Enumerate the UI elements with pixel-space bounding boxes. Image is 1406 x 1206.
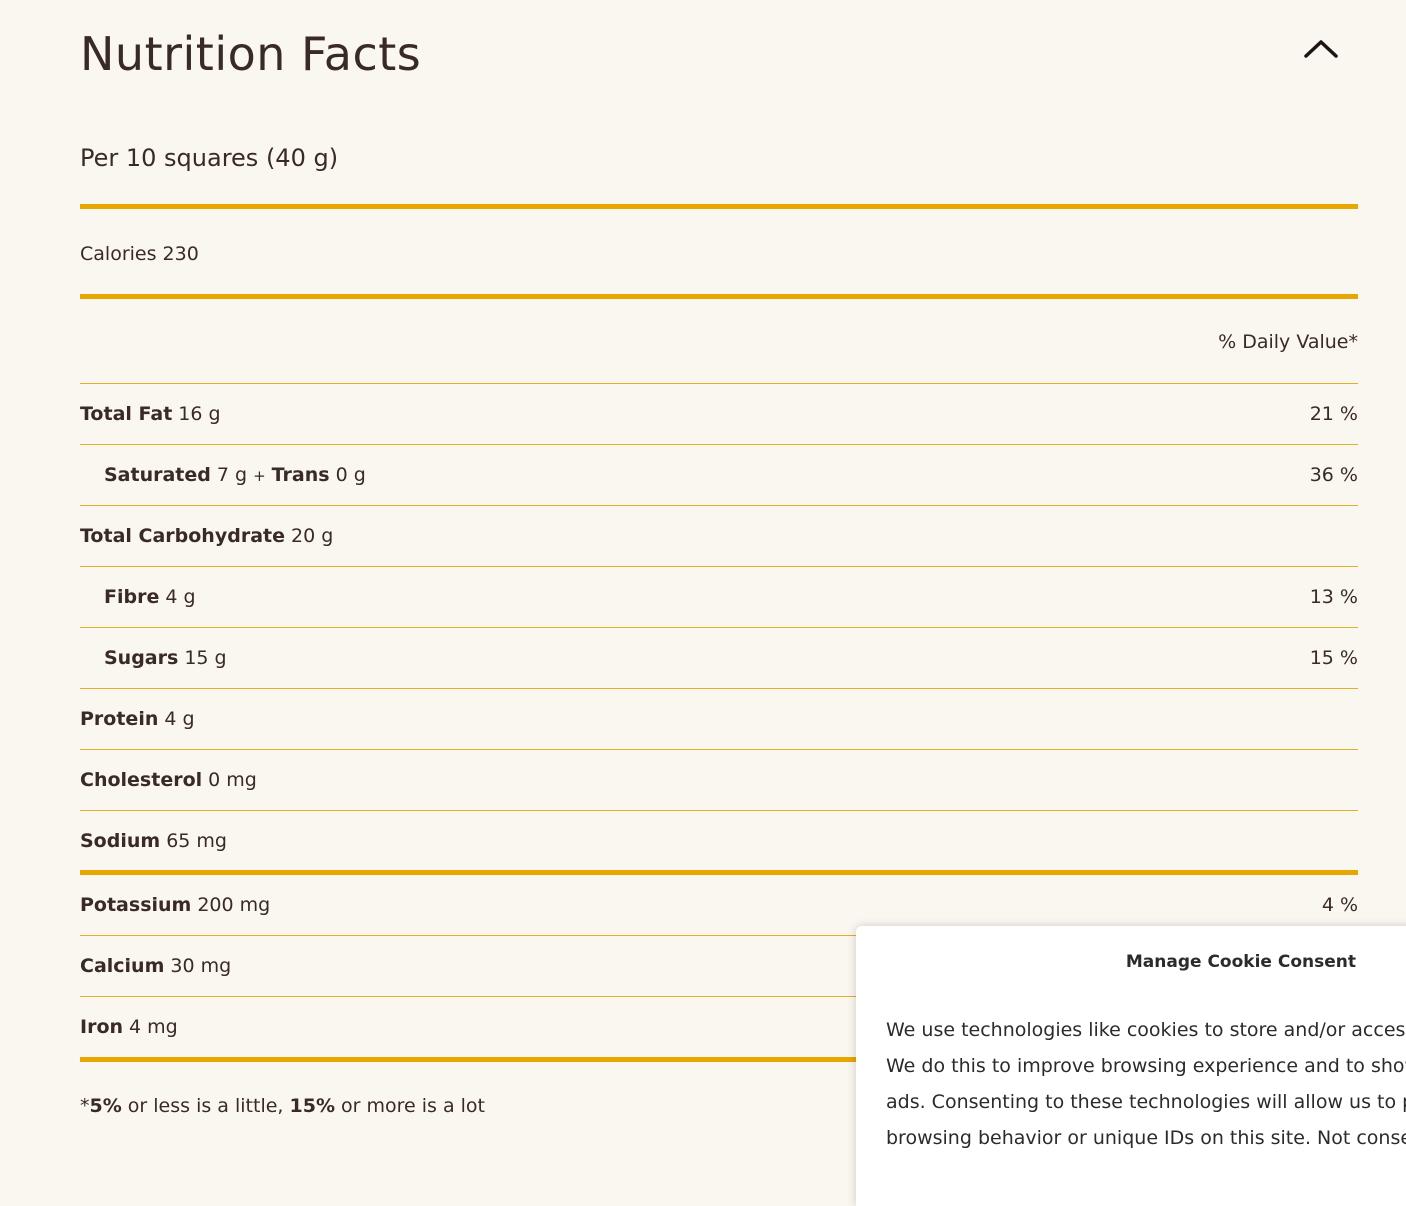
nutrient-amount: 4 g <box>164 708 195 730</box>
nutrient-row-total-carbohydrate: Total Carbohydrate 20 g <box>80 506 1358 566</box>
footnote-high: 15% <box>289 1095 335 1117</box>
nutrient-amount: 20 g <box>290 525 334 547</box>
cookie-text-line: browsing behavior or unique IDs on this … <box>886 1127 1406 1149</box>
nutrient-name: Protein <box>80 708 159 730</box>
cookie-consent-text: We use technologies like cookies to stor… <box>886 1012 1406 1156</box>
nutrient-amount: 30 mg <box>170 955 232 977</box>
nutrient-daily-value: 13 % <box>1309 586 1358 608</box>
footnote-suffix: or more is a lot <box>334 1095 486 1117</box>
nutrient-name: Calcium <box>80 955 165 977</box>
nutrient-daily-value: 4 % <box>1321 894 1358 916</box>
footnote-mid: or less is a little, <box>121 1095 290 1117</box>
nutrient-amount: 4 g <box>165 586 196 608</box>
plus-sign: + <box>253 467 266 485</box>
nutrient-name: Cholesterol <box>80 769 203 791</box>
calories: Calories 230 <box>80 243 199 265</box>
nutrient-name: Sodium <box>80 830 161 852</box>
footnote-low: 5% <box>89 1095 122 1117</box>
chevron-up-icon <box>1304 40 1338 58</box>
cookie-text-line: We use technologies like cookies to stor… <box>886 1019 1406 1041</box>
nutrient-daily-value: 15 % <box>1309 647 1358 669</box>
cookie-consent-title: Manage Cookie Consent <box>1125 952 1356 972</box>
divider-thick <box>80 294 1358 299</box>
cookie-text-line: We do this to improve browsing experienc… <box>886 1055 1406 1077</box>
nutrient-row-sodium: Sodium 65 mg <box>80 811 1358 871</box>
nutrient-name: Sugars <box>104 647 179 669</box>
nutrient-row-cholesterol: Cholesterol 0 mg <box>80 750 1358 810</box>
collapse-button[interactable] <box>1301 30 1341 66</box>
nutrient-amount: 4 mg <box>129 1016 178 1038</box>
nutrient-amount: 0 mg <box>208 769 257 791</box>
nutrient-name: Trans <box>271 464 330 486</box>
nutrient-row-saturated-trans: Saturated 7 g + Trans 0 g 36 % <box>80 445 1358 505</box>
nutrient-amount: 7 g <box>216 464 248 486</box>
cookie-consent-dialog: Manage Cookie Consent We use technologie… <box>856 926 1406 1206</box>
footnote-prefix: * <box>80 1095 90 1117</box>
nutrient-name: Saturated <box>104 464 211 486</box>
nutrient-name: Fibre <box>104 586 160 608</box>
daily-value-header: % Daily Value* <box>1218 331 1358 353</box>
nutrient-row-total-fat: Total Fat 16 g 21 % <box>80 384 1358 444</box>
nutrient-name: Potassium <box>80 894 192 916</box>
divider-thick <box>80 204 1358 209</box>
nutrient-daily-value: 21 % <box>1309 403 1358 425</box>
nutrient-row-fibre: Fibre 4 g 13 % <box>80 567 1358 627</box>
serving-size: Per 10 squares (40 g) <box>80 144 339 172</box>
nutrient-amount: 0 g <box>335 464 366 486</box>
nutrient-name: Total Carbohydrate <box>80 525 285 547</box>
cookie-text-line: ads. Consenting to these technologies wi… <box>886 1091 1406 1113</box>
nutrient-amount: 200 mg <box>197 894 271 916</box>
daily-value-footnote: *5% or less is a little, 15% or more is … <box>80 1092 485 1120</box>
nutrient-row-protein: Protein 4 g <box>80 689 1358 749</box>
nutrient-row-sugars: Sugars 15 g 15 % <box>80 628 1358 688</box>
page-title: Nutrition Facts <box>80 27 422 81</box>
nutrient-amount: 15 g <box>184 647 227 669</box>
nutrient-amount: 65 mg <box>166 830 227 852</box>
nutrient-daily-value: 36 % <box>1309 464 1358 486</box>
nutrient-name: Iron <box>80 1016 124 1038</box>
nutrient-name: Total Fat <box>80 403 173 425</box>
nutrient-amount: 16 g <box>178 403 221 425</box>
